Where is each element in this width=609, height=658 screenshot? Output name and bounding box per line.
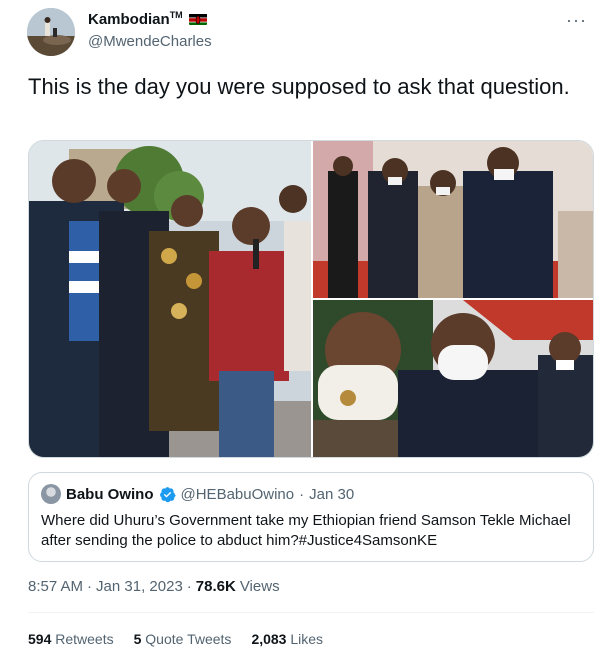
- more-options-icon[interactable]: ···: [566, 10, 587, 31]
- retweets-label: Retweets: [55, 631, 114, 647]
- tweet-meta: 8:57 AM · Jan 31, 2023 · 78.6K Views: [28, 578, 280, 595]
- quoted-author-name: Babu Owino: [66, 485, 154, 503]
- likes-count: 2,083: [251, 631, 287, 647]
- author-avatar[interactable]: [27, 8, 75, 56]
- retweets-stat[interactable]: 594 Retweets: [28, 631, 114, 647]
- author-display-name[interactable]: KambodianTM: [88, 10, 183, 28]
- media-grid: [28, 140, 594, 458]
- trademark-symbol: TM: [169, 10, 183, 20]
- divider: [28, 612, 594, 613]
- quoted-tweet[interactable]: Babu Owino @HEBabuOwino · Jan 30 Where d…: [28, 472, 594, 562]
- verified-badge-icon: [159, 486, 176, 502]
- quote-tweets-label: Quote Tweets: [145, 631, 232, 647]
- media-photo-3[interactable]: [313, 300, 593, 457]
- kenya-flag-icon: [188, 13, 207, 25]
- views-count: 78.6K: [195, 578, 236, 595]
- likes-stat[interactable]: 2,083 Likes: [251, 631, 323, 647]
- quoted-author-avatar: [41, 484, 61, 504]
- media-photo-2[interactable]: [313, 141, 593, 298]
- author-name-row[interactable]: KambodianTM: [88, 10, 207, 28]
- quoted-author-handle: @HEBabuOwino: [180, 485, 295, 503]
- tweet-time[interactable]: 8:57 AM: [28, 578, 83, 595]
- engagement-stats: 594 Retweets 5 Quote Tweets 2,083 Likes: [28, 631, 323, 647]
- quoted-tweet-date: Jan 30: [309, 485, 355, 503]
- quoted-tweet-text: Where did Uhuru’s Government take my Eth…: [41, 512, 571, 549]
- likes-label: Likes: [290, 631, 324, 647]
- retweets-count: 594: [28, 631, 52, 647]
- author-handle[interactable]: @MwendeCharles: [88, 33, 212, 50]
- avatar-image: [27, 8, 75, 56]
- quote-tweets-count: 5: [133, 631, 142, 647]
- views-label: Views: [239, 578, 280, 595]
- tweet-text: This is the day you were supposed to ask…: [28, 74, 570, 99]
- tweet-date[interactable]: Jan 31, 2023: [96, 578, 183, 595]
- meta-separator: ·: [186, 578, 192, 595]
- media-photo-1[interactable]: [29, 141, 311, 457]
- quoted-tweet-header: Babu Owino @HEBabuOwino · Jan 30: [41, 484, 354, 504]
- quote-tweets-stat[interactable]: 5 Quote Tweets: [134, 631, 232, 647]
- meta-separator: ·: [87, 578, 93, 595]
- quoted-separator: ·: [299, 485, 305, 503]
